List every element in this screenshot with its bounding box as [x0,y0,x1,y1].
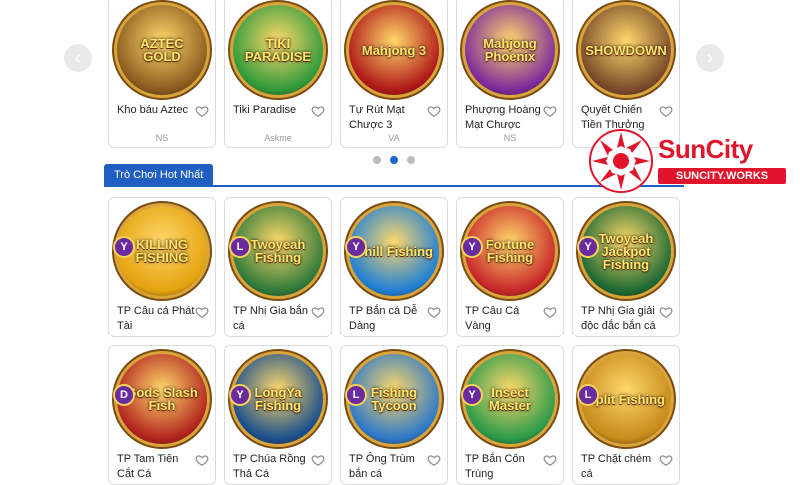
heart-icon[interactable] [659,305,673,319]
heart-icon[interactable] [659,453,673,467]
heart-icon[interactable] [427,453,441,467]
game-provider: Askme [264,133,292,143]
provider-badge: L [229,236,251,258]
game-provider: NS [503,133,517,143]
game-name[interactable]: TP Nhị Gia bắn cá [233,304,313,334]
game-thumbnail-title: AZTEC GOLD [140,36,184,64]
game-card[interactable]: Mahjong 3 Tự Rút Mạt Chược 3 VA [340,0,448,148]
game-name[interactable]: TP Chúa Rồng Thả Cá [233,452,313,482]
game-card[interactable]: Mahjong Phoenix Phượng Hoàng Mạt Chược NS [456,0,564,148]
provider-badge: Y [345,236,367,258]
game-card[interactable]: Split Fishing L TP Chặt chém cá [572,345,680,485]
game-card[interactable]: Fortune Fishing Y TP Câu Cá Vàng [456,197,564,337]
game-provider: VA [388,133,400,143]
game-provider: NS [155,133,169,143]
game-thumbnail[interactable]: TIKI PARADISE [233,5,323,95]
game-name[interactable]: TP Bắn Côn Trùng [465,452,545,482]
heart-icon[interactable] [659,104,673,118]
game-card[interactable]: TIKI PARADISE Tiki Paradise Askme [224,0,332,148]
carousel-dot-1[interactable] [373,156,381,164]
provider-badge: Y [577,236,599,258]
carousel-dot-2[interactable] [390,156,398,164]
game-name[interactable]: TP Chặt chém cá [581,452,661,482]
chevron-left-icon: ‹ [74,47,82,69]
game-name[interactable]: TP Nhị Gia giải độc đắc bắn cá [581,304,661,334]
provider-badge: Y [229,384,251,406]
game-name[interactable]: TP Ông Trùm bắn cá [349,452,429,482]
brand-name: SunCity [658,134,753,164]
provider-badge: Y [461,236,483,258]
game-name[interactable]: TP Câu cá Phát Tài [117,304,197,334]
game-card[interactable]: LongYa Fishing Y TP Chúa Rồng Thả Cá [224,345,332,485]
heart-icon[interactable] [543,305,557,319]
provider-badge: L [345,384,367,406]
game-thumbnail-title: Mahjong Phoenix [483,36,537,64]
game-card[interactable]: Twoyeah Fishing L TP Nhị Gia bắn cá [224,197,332,337]
game-thumbnail[interactable]: SHOWDOWN [581,5,671,95]
game-card[interactable]: Fishing Tycoon L TP Ông Trùm bắn cá [340,345,448,485]
game-card[interactable]: Insect Master Y TP Bắn Côn Trùng [456,345,564,485]
heart-icon[interactable] [195,305,209,319]
heart-icon[interactable] [311,104,325,118]
game-thumbnail[interactable]: Mahjong 3 [349,5,439,95]
carousel-dot-3[interactable] [407,156,415,164]
game-card[interactable]: Twoyeah Jackpot Fishing Y TP Nhị Gia giải … [572,197,680,337]
provider-badge: Y [461,384,483,406]
heart-icon[interactable] [195,104,209,118]
provider-badge: Y [113,236,135,258]
game-name[interactable]: Tiki Paradise [233,103,313,118]
heart-icon[interactable] [195,453,209,467]
tab-hot-games[interactable]: Trò Chơi Hot Nhất [104,164,214,186]
game-thumbnail-title: TIKI PARADISE [244,36,312,64]
game-name[interactable]: Kho báu Aztec [117,103,197,118]
game-name[interactable]: Phượng Hoàng Mạt Chược [465,103,545,133]
heart-icon[interactable] [543,104,557,118]
game-thumbnail-title: SHOWDOWN [585,42,667,58]
game-card[interactable]: SHOWDOWN Quyết Chiến Tiền Thưởng [572,0,680,148]
chevron-right-icon: › [706,47,714,69]
game-name[interactable]: TP Bắn cá Dễ Dàng [349,304,429,334]
brand-url: SUNCITY.WORKS [658,168,786,184]
game-thumbnail[interactable]: AZTEC GOLD [117,5,207,95]
suncity-logo: SunCity SUNCITY.WORKS [588,128,794,196]
game-card[interactable]: Chill Fishing Y TP Bắn cá Dễ Dàng [340,197,448,337]
game-name[interactable]: TP Tam Tiên Cắt Cá [117,452,197,482]
game-name[interactable]: Tự Rút Mạt Chược 3 [349,103,429,133]
carousel-prev-button[interactable]: ‹ [64,44,92,72]
game-card[interactable]: Gods Slash Fish D TP Tam Tiên Cắt Cá [108,345,216,485]
provider-badge: D [113,384,135,406]
game-thumbnail[interactable]: Mahjong Phoenix [465,5,555,95]
heart-icon[interactable] [311,453,325,467]
game-name[interactable]: TP Câu Cá Vàng [465,304,545,334]
carousel-next-button[interactable]: › [696,44,724,72]
game-thumbnail-title: Mahjong 3 [361,42,427,58]
heart-icon[interactable] [311,305,325,319]
game-card[interactable]: AZTEC GOLD Kho báu Aztec NS [108,0,216,148]
heart-icon[interactable] [427,305,441,319]
provider-badge: L [577,384,599,406]
heart-icon[interactable] [543,453,557,467]
suncity-logo-icon [589,129,653,193]
game-card[interactable]: KILLING FISHING Y TP Câu cá Phát Tài [108,197,216,337]
heart-icon[interactable] [427,104,441,118]
